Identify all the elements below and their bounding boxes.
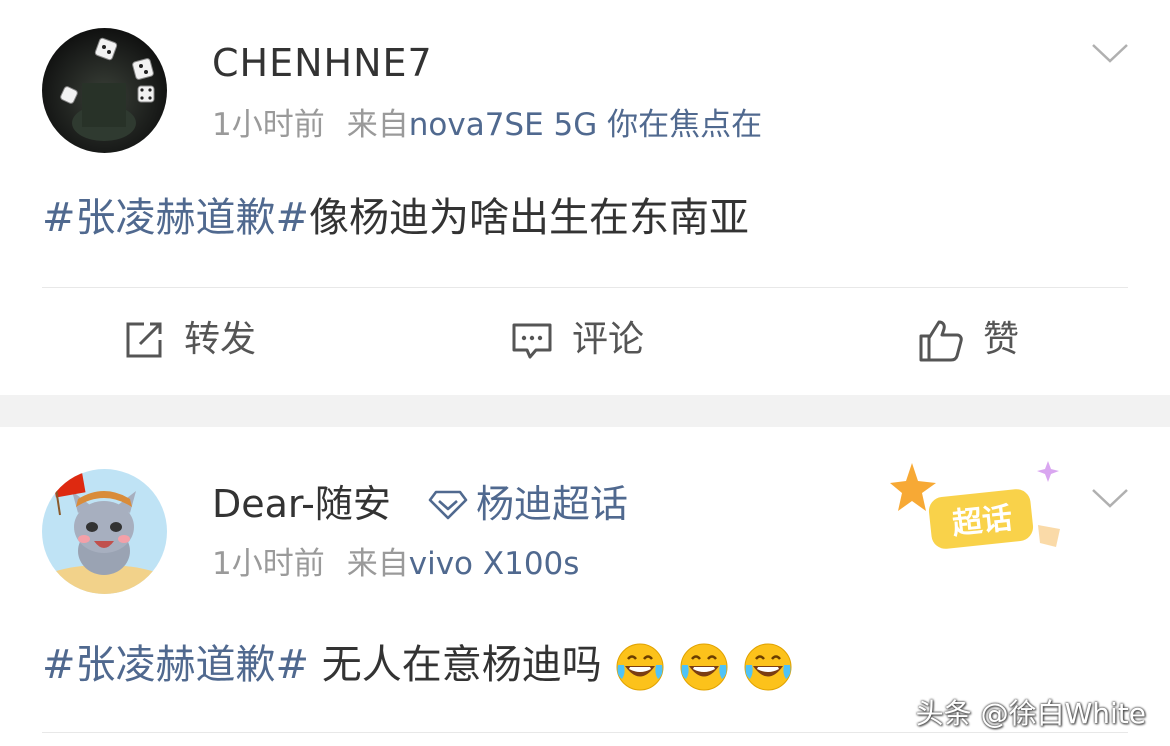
hashtag-link[interactable]: #张凌赫道歉# bbox=[42, 195, 309, 241]
post-content: #张凌赫道歉# 无人在意杨迪吗 bbox=[42, 641, 794, 693]
divider bbox=[42, 287, 1128, 288]
post-content: #张凌赫道歉#像杨迪为啥出生在东南亚 bbox=[42, 198, 749, 238]
supertopic-badge: 超话 bbox=[890, 455, 1070, 555]
laugh-cry-emoji bbox=[680, 643, 728, 691]
post-card: CHENHNE7 #张凌赫道歉#像杨迪为啥出生在东南亚 转发 评论 赞 bbox=[0, 0, 1170, 395]
laugh-cry-emoji bbox=[744, 643, 792, 691]
post-text: 像杨迪为啥出生在东南亚 bbox=[309, 195, 750, 241]
like-button[interactable]: 赞 bbox=[917, 315, 1019, 365]
comment-button[interactable]: 评论 bbox=[510, 315, 644, 365]
avatar[interactable] bbox=[42, 28, 167, 153]
chevron-down-icon[interactable] bbox=[1090, 40, 1130, 66]
source-device[interactable]: vivo X100s bbox=[409, 546, 580, 582]
feed-separator bbox=[0, 395, 1170, 427]
source-prefix: 来自 bbox=[346, 546, 409, 582]
post-meta: 1小时前 来自vivo X100s bbox=[212, 549, 579, 580]
diamond-icon bbox=[428, 490, 468, 520]
avatar-image bbox=[42, 28, 167, 153]
star-icon: 超话 bbox=[890, 461, 1060, 549]
supertopic-label: 杨迪超话 bbox=[476, 482, 629, 526]
post-time: 1小时前 bbox=[212, 107, 325, 143]
chevron-down-icon[interactable] bbox=[1090, 485, 1130, 511]
repost-button[interactable]: 转发 bbox=[122, 315, 256, 365]
comment-label: 评论 bbox=[572, 319, 645, 360]
username[interactable]: CHENHNE7 bbox=[212, 44, 433, 82]
post-time: 1小时前 bbox=[212, 546, 325, 582]
supertopic-link[interactable]: 杨迪超话 bbox=[428, 485, 628, 523]
comment-icon bbox=[512, 323, 552, 359]
avatar-image bbox=[42, 469, 167, 594]
username[interactable]: Dear-随安 bbox=[212, 485, 391, 523]
like-icon bbox=[919, 320, 963, 362]
repost-label: 转发 bbox=[184, 319, 257, 360]
emoji-group bbox=[602, 642, 794, 691]
laugh-cry-emoji bbox=[616, 643, 664, 691]
repost-icon bbox=[126, 322, 162, 358]
watermark: 头条 @徐白White bbox=[915, 697, 1146, 730]
source-prefix: 来自 bbox=[346, 107, 409, 143]
post-meta: 1小时前 来自nova7SE 5G 你在焦点在 bbox=[212, 110, 762, 141]
like-label: 赞 bbox=[983, 319, 1020, 360]
avatar[interactable] bbox=[42, 469, 167, 594]
divider bbox=[42, 732, 1128, 733]
badge-label: 超话 bbox=[951, 501, 1014, 542]
hashtag-link[interactable]: #张凌赫道歉# bbox=[42, 642, 309, 688]
post-text: 无人在意杨迪吗 bbox=[309, 642, 602, 688]
source-device[interactable]: nova7SE 5G 你在焦点在 bbox=[409, 107, 762, 143]
